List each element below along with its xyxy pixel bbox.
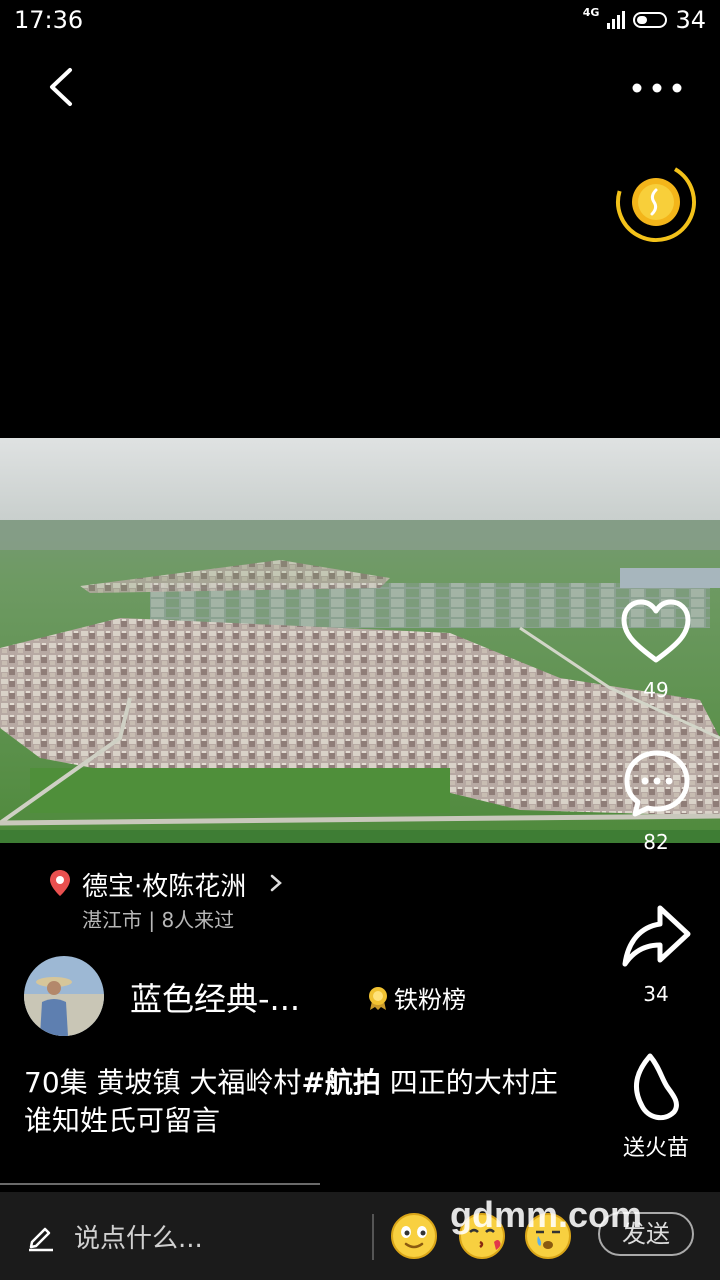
divider: [372, 1214, 374, 1260]
gift-label[interactable]: 送火苗: [606, 1130, 706, 1162]
fans-ranking[interactable]: 铁粉榜: [366, 980, 466, 1015]
chevron-right-icon: [270, 874, 282, 892]
video-progress-bar[interactable]: [0, 1183, 320, 1185]
comment-input[interactable]: 说点什么...: [74, 1218, 203, 1255]
avatar[interactable]: [24, 956, 104, 1036]
status-indicators: 4G 34: [583, 6, 706, 34]
more-options-icon[interactable]: [628, 74, 686, 102]
status-time: 17:36: [14, 6, 84, 34]
battery-icon: [633, 12, 668, 28]
smile-emoji-icon[interactable]: [390, 1212, 438, 1260]
network-type: 4G: [582, 6, 600, 19]
flame-gift-icon[interactable]: [628, 1052, 684, 1124]
battery-level: 34: [675, 6, 706, 34]
watermark: gdmm.com: [450, 1194, 643, 1235]
comment-count: 82: [643, 830, 669, 854]
like-icon[interactable]: [620, 598, 692, 666]
like-count: 49: [643, 678, 669, 702]
video-caption: 70集 黄坡镇 大福岭村#航拍 四正的大村庄 谁知姓氏可留言: [24, 1064, 584, 1140]
back-icon[interactable]: [40, 64, 86, 110]
share-icon[interactable]: [620, 902, 692, 970]
video-player[interactable]: [0, 438, 720, 843]
coin-reward-icon[interactable]: [612, 158, 700, 246]
medal-icon: [369, 986, 387, 1010]
location-subtitle: 湛江市 | 8人来过: [82, 908, 235, 932]
pencil-icon: [29, 1227, 53, 1252]
signal-icon: [607, 11, 626, 29]
caption-text: 70集 黄坡镇 大福岭村: [24, 1066, 302, 1099]
location-title[interactable]: 德宝·枚陈花洲: [82, 866, 246, 903]
location-pin-icon: [50, 870, 70, 896]
caption-hashtag[interactable]: #航拍: [301, 1066, 380, 1099]
author-name[interactable]: 蓝色经典-...: [130, 974, 300, 1020]
share-count: 34: [643, 982, 669, 1006]
comment-icon[interactable]: [622, 748, 692, 818]
fans-ranking-label: 铁粉榜: [394, 986, 466, 1014]
